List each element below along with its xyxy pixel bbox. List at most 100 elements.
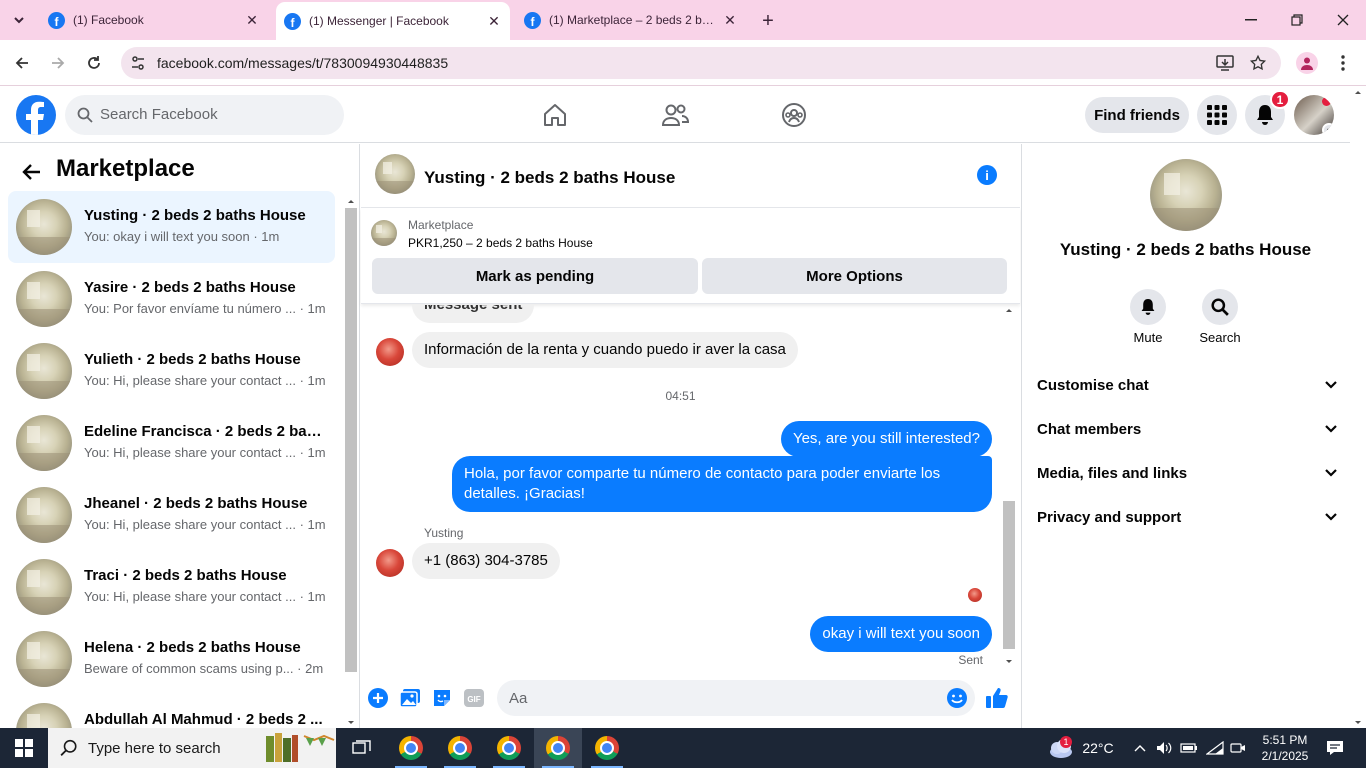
media-files-links-section[interactable]: Media, files and links: [1037, 461, 1337, 485]
battery-button[interactable]: [1178, 728, 1200, 768]
photo-button[interactable]: [398, 686, 422, 710]
chat-avatar[interactable]: [375, 154, 415, 194]
task-view-icon: [352, 740, 371, 754]
scroll-up-icon[interactable]: [1350, 87, 1366, 97]
facebook-logo-icon[interactable]: [16, 95, 56, 135]
sender-avatar[interactable]: [376, 338, 404, 366]
message-bubble-outgoing[interactable]: Hola, por favor comparte tu número de co…: [452, 456, 992, 512]
conversation-item[interactable]: Yulieth · 2 beds 2 baths House You: Hi, …: [8, 335, 335, 407]
message-bubble-incoming[interactable]: +1 (863) 304-3785: [412, 543, 560, 579]
message-bubble-outgoing[interactable]: okay i will text you soon: [810, 616, 992, 652]
scroll-down-icon[interactable]: [1350, 718, 1366, 728]
facebook-icon: f: [48, 11, 65, 29]
site-settings-icon[interactable]: [130, 55, 146, 71]
chat-scrollbar[interactable]: [1001, 305, 1017, 667]
notification-center-button[interactable]: [1322, 728, 1348, 768]
menu-button[interactable]: [1197, 95, 1237, 135]
browser-profile-button[interactable]: [1296, 52, 1318, 74]
volume-button[interactable]: [1154, 728, 1174, 768]
browser-tab-facebook[interactable]: f (1) Facebook ✕: [40, 0, 268, 40]
scrollbar-thumb[interactable]: [345, 208, 357, 672]
chrome-taskbar-app[interactable]: [534, 728, 582, 768]
message-input[interactable]: [497, 680, 975, 716]
conversation-item[interactable]: Abdullah Al Mahmud · 2 beds 2 ...: [8, 695, 335, 728]
tab-search-button[interactable]: [6, 8, 32, 32]
like-button[interactable]: [985, 686, 1009, 710]
address-bar[interactable]: facebook.com/messages/t/7830094930448835: [121, 47, 1281, 79]
more-options-button[interactable]: More Options: [702, 258, 1007, 294]
message-bubble-incoming[interactable]: Información de la renta y cuando puedo i…: [412, 332, 798, 368]
page-scrollbar[interactable]: [1350, 87, 1366, 728]
conversation-item[interactable]: Yasire · 2 beds 2 baths House You: Por f…: [8, 263, 335, 335]
restore-button[interactable]: [1274, 0, 1320, 40]
browser-tab-messenger[interactable]: f (1) Messenger | Facebook ✕: [276, 2, 510, 40]
scroll-up-icon[interactable]: [344, 196, 358, 206]
meet-now-button[interactable]: [1228, 728, 1248, 768]
browser-tab-marketplace[interactable]: f (1) Marketplace – 2 beds 2 baths House…: [516, 0, 746, 40]
listing-thumbnail: [16, 199, 72, 255]
show-hidden-icons-button[interactable]: [1130, 728, 1150, 768]
sticker-button[interactable]: [430, 686, 454, 710]
chrome-icon: [448, 736, 472, 760]
info-icon[interactable]: i: [977, 165, 997, 185]
scroll-up-icon[interactable]: [1001, 305, 1017, 315]
find-friends-button[interactable]: Find friends: [1085, 97, 1189, 133]
clock[interactable]: 5:51 PM 2/1/2025: [1250, 728, 1320, 768]
bookmark-star-icon[interactable]: [1249, 54, 1267, 72]
listing-thumbnail[interactable]: [371, 220, 397, 246]
chat-members-section[interactable]: Chat members: [1037, 417, 1337, 441]
new-tab-button[interactable]: +: [756, 9, 780, 33]
chrome-taskbar-app[interactable]: [583, 728, 631, 768]
scroll-down-icon[interactable]: [1001, 657, 1017, 667]
account-avatar[interactable]: ▾: [1294, 95, 1334, 135]
wifi-button[interactable]: [1204, 728, 1226, 768]
close-window-button[interactable]: [1320, 0, 1366, 40]
conversation-list-scrollbar[interactable]: [344, 196, 358, 728]
conversation-item[interactable]: Yusting · 2 beds 2 baths House You: okay…: [8, 191, 335, 263]
groups-nav-button[interactable]: [778, 99, 810, 131]
conversation-item[interactable]: Helena · 2 beds 2 baths House Beware of …: [8, 623, 335, 695]
chrome-taskbar-app[interactable]: [485, 728, 533, 768]
customise-chat-section[interactable]: Customise chat: [1037, 373, 1337, 397]
mark-as-pending-button[interactable]: Mark as pending: [372, 258, 698, 294]
back-button[interactable]: [20, 160, 44, 184]
browser-menu-button[interactable]: [1333, 52, 1353, 74]
temperature[interactable]: 22°C: [1078, 728, 1118, 768]
reload-button[interactable]: [82, 51, 106, 75]
close-tab-icon[interactable]: ✕: [722, 12, 738, 28]
chrome-taskbar-app[interactable]: [387, 728, 435, 768]
privacy-support-section[interactable]: Privacy and support: [1037, 505, 1337, 529]
scrollbar-thumb[interactable]: [1003, 501, 1015, 649]
gif-button[interactable]: GIF: [462, 686, 486, 710]
task-view-button[interactable]: [338, 728, 386, 768]
chrome-icon: [399, 736, 423, 760]
conversation-item[interactable]: Edeline Francisca · 2 beds 2 bat... You:…: [8, 407, 335, 479]
facebook-search-input[interactable]: Search Facebook: [65, 95, 344, 135]
chat-title[interactable]: Yusting · 2 beds 2 baths House: [424, 168, 675, 188]
emoji-button[interactable]: [945, 686, 969, 710]
section-label: Customise chat: [1037, 376, 1149, 394]
listing-price[interactable]: PKR1,250 – 2 beds 2 baths House: [408, 236, 593, 250]
sender-avatar[interactable]: [376, 549, 404, 577]
message-bubble-outgoing[interactable]: Yes, are you still interested?: [780, 421, 992, 457]
forward-button[interactable]: [46, 51, 70, 75]
minimize-button[interactable]: [1228, 0, 1274, 40]
chrome-taskbar-app[interactable]: [436, 728, 484, 768]
conversation-item[interactable]: Jheanel · 2 beds 2 baths House You: Hi, …: [8, 479, 335, 551]
taskbar-search[interactable]: Type here to search: [48, 728, 336, 768]
close-tab-icon[interactable]: ✕: [244, 12, 260, 28]
conversation-item[interactable]: Traci · 2 beds 2 baths House You: Hi, pl…: [8, 551, 335, 623]
install-app-icon[interactable]: [1216, 55, 1234, 71]
search-icon: [1202, 289, 1238, 325]
mute-button[interactable]: Mute: [1118, 289, 1178, 345]
home-nav-button[interactable]: [539, 99, 571, 131]
start-button[interactable]: [0, 728, 48, 768]
weather-button[interactable]: 1: [1044, 728, 1076, 768]
search-in-chat-button[interactable]: Search: [1190, 289, 1250, 345]
friends-nav-button[interactable]: [659, 99, 691, 131]
back-button[interactable]: [10, 51, 34, 75]
close-tab-icon[interactable]: ✕: [486, 13, 502, 29]
scroll-down-icon[interactable]: [344, 718, 358, 728]
chat-avatar-large[interactable]: [1150, 159, 1222, 231]
add-attachment-button[interactable]: [366, 686, 390, 710]
